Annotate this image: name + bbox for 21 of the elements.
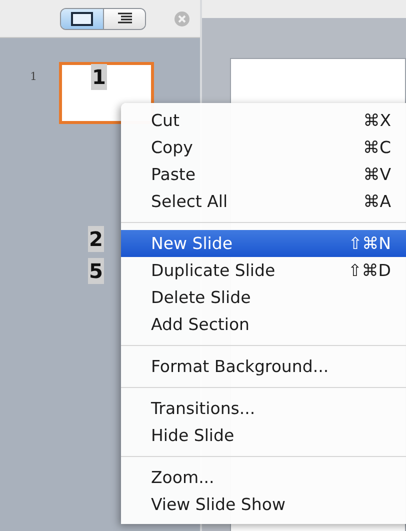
slide-view-icon <box>71 12 93 26</box>
menu-item[interactable]: Paste ⌘V <box>121 161 406 188</box>
menu-item[interactable]: View Slide Show <box>121 491 406 518</box>
callout-label: 5 <box>88 258 104 284</box>
menu-item[interactable]: Format Background... <box>121 353 406 380</box>
menu-item[interactable]: Select All ⌘A <box>121 188 406 215</box>
menu-item[interactable]: Delete Slide <box>121 284 406 311</box>
outline-view-icon <box>116 12 132 25</box>
menu-item[interactable]: Cut ⌘X <box>121 107 406 134</box>
menu-item[interactable]: Zoom... <box>121 464 406 491</box>
menu-item[interactable]: Transitions... <box>121 395 406 422</box>
menu-item[interactable]: Duplicate Slide ⇧⌘D <box>121 257 406 284</box>
menu-item[interactable]: Hide Slide <box>121 422 406 449</box>
menu-item[interactable]: Copy ⌘C <box>121 134 406 161</box>
view-toggle-button[interactable] <box>61 8 103 28</box>
slide-number: 1 <box>30 70 37 83</box>
callout-label: 2 <box>88 226 104 252</box>
view-toggle-button[interactable] <box>103 8 145 28</box>
callout-label: 1 <box>91 64 107 90</box>
menu-item[interactable]: Add Section <box>121 311 406 338</box>
menu-item[interactable]: New Slide ⇧⌘N <box>121 230 406 257</box>
